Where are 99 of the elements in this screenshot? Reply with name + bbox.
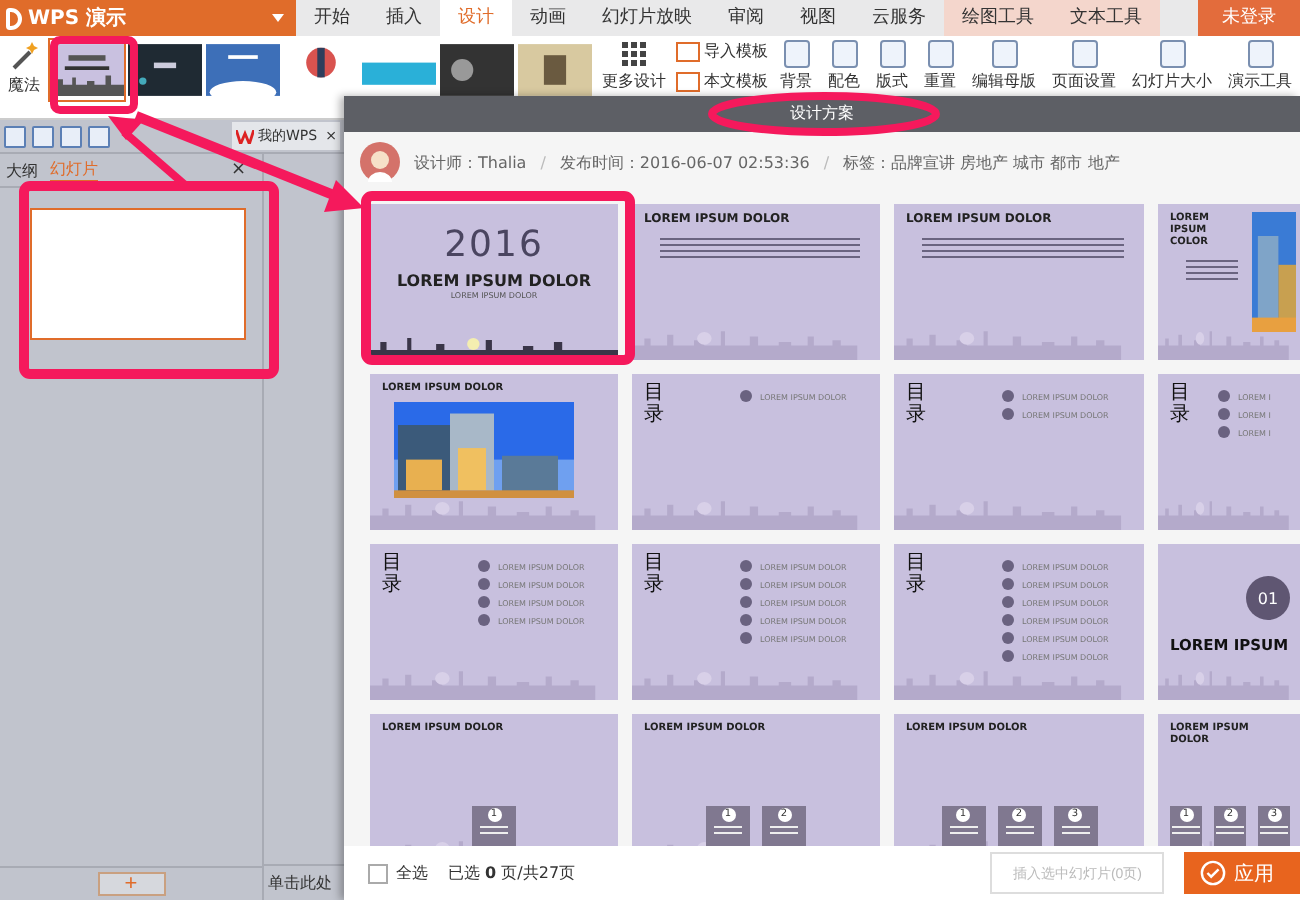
document-icon xyxy=(1071,40,1097,68)
ribbon-button[interactable]: 背景 xyxy=(776,40,816,92)
bullet-icon xyxy=(1002,578,1014,590)
avatar-icon xyxy=(360,142,400,182)
bullet-icon xyxy=(1002,632,1014,644)
menu-tab[interactable]: 云服务 xyxy=(854,0,944,36)
menu-tab[interactable]: 动画 xyxy=(512,0,584,36)
dialog-title: 设计方案 xyxy=(344,96,1300,132)
bullet-icon xyxy=(740,632,752,644)
paragraph-lines-drawing xyxy=(1186,260,1238,280)
button-label: 背景 xyxy=(780,70,812,92)
toc-heading: 目录 xyxy=(644,382,664,430)
bullet-icon xyxy=(1218,426,1230,438)
button-label: 编辑母版 xyxy=(972,70,1036,92)
magic-wand-icon xyxy=(8,40,40,72)
button-label: 导入模板 xyxy=(704,40,768,62)
document-icon xyxy=(1247,40,1273,68)
logo-icon xyxy=(236,129,254,143)
bullet-icon xyxy=(740,614,752,626)
document-icon xyxy=(927,40,953,68)
document-icon xyxy=(831,40,857,68)
bullet-icon xyxy=(1002,614,1014,626)
toolbar-icon[interactable] xyxy=(88,125,110,147)
bullet-icon xyxy=(478,614,490,626)
template-button[interactable]: 本文模板 xyxy=(676,70,768,92)
ribbon-button[interactable]: 版式 xyxy=(872,40,912,92)
menu-tab[interactable]: 开始 xyxy=(296,0,368,36)
ribbon-button[interactable]: 幻灯片大小 xyxy=(1128,40,1216,92)
bullet-icon xyxy=(1002,390,1014,402)
bullet-icon xyxy=(1002,596,1014,608)
caret-icon xyxy=(270,10,286,26)
menu-tab[interactable]: 视图 xyxy=(782,0,854,36)
highlight-box xyxy=(50,36,138,114)
button-label: 页面设置 xyxy=(1052,70,1116,92)
grid-icon xyxy=(620,40,648,68)
logo-icon xyxy=(6,7,22,29)
menu-tab[interactable]: 审阅 xyxy=(710,0,782,36)
button-label: 配色 xyxy=(828,70,860,92)
info-text: 标签：品牌宣讲 房地产 城市 都市 地产 xyxy=(843,151,1120,173)
app-title: WPS 演示 xyxy=(28,5,127,32)
menu-tab[interactable]: 文本工具 xyxy=(1052,0,1160,36)
info-text: 发布时间：2016-06-07 02:53:36 xyxy=(559,151,810,173)
template-thumbnail[interactable] xyxy=(206,40,280,100)
bullet-icon xyxy=(740,596,752,608)
ribbon-button[interactable]: 编辑母版 xyxy=(968,40,1040,92)
menu-tab[interactable]: 插入 xyxy=(368,0,440,36)
toc-heading: 目录 xyxy=(906,552,926,600)
select-all-checkbox[interactable]: 全选 xyxy=(368,862,428,884)
check-circle-icon xyxy=(1200,860,1226,886)
bullet-icon xyxy=(1218,390,1230,402)
bullet-icon xyxy=(478,578,490,590)
button-label: 幻灯片大小 xyxy=(1132,70,1212,92)
button-label: 本文模板 xyxy=(704,70,768,92)
document-icon xyxy=(1159,40,1185,68)
ribbon-button[interactable]: 演示工具 xyxy=(1224,40,1296,92)
template-button[interactable]: 导入模板 xyxy=(676,40,768,62)
template-thumbnail[interactable] xyxy=(518,40,592,100)
slide-title: LOREM IPSUM DOLOR xyxy=(394,272,594,290)
toolbar-icon[interactable] xyxy=(60,125,82,147)
bullet-icon xyxy=(1218,408,1230,420)
ribbon-button[interactable]: 页面设置 xyxy=(1048,40,1120,92)
info-text: 设计师：Thalia xyxy=(414,151,527,173)
slide-thumbnail[interactable] xyxy=(30,208,246,340)
document-icon xyxy=(991,40,1017,68)
toc-heading: 目录 xyxy=(644,552,664,600)
close-icon[interactable]: × xyxy=(230,160,246,180)
bullet-icon xyxy=(1002,650,1014,662)
panel-tab[interactable]: 大纲 xyxy=(6,159,38,181)
template-thumbnail[interactable] xyxy=(440,40,514,100)
menu-tab[interactable]: 幻灯片放映 xyxy=(584,0,710,36)
slide-year: 2016 xyxy=(442,224,546,266)
button-label: 演示工具 xyxy=(1228,70,1292,92)
selection-count: 已选 0 页/共27页 xyxy=(448,862,576,884)
bullet-icon xyxy=(478,560,490,572)
bullet-icon xyxy=(740,578,752,590)
toc-heading: 目录 xyxy=(906,382,926,430)
magic-button[interactable]: 魔法 xyxy=(6,40,42,96)
ribbon-button[interactable]: 重置 xyxy=(920,40,960,92)
menu-tab[interactable]: 绘图工具 xyxy=(944,0,1052,36)
toc-heading: 目录 xyxy=(382,552,402,600)
template-icon xyxy=(676,71,700,91)
template-icon xyxy=(676,41,700,61)
bullet-icon xyxy=(740,560,752,572)
button-label: 重置 xyxy=(924,70,956,92)
button-label: 版式 xyxy=(876,70,908,92)
bullet-icon xyxy=(1002,408,1014,420)
separator-text: / xyxy=(823,153,830,171)
bullet-icon xyxy=(1002,560,1014,572)
toolbar-icon[interactable] xyxy=(4,125,26,147)
toolbar-icon[interactable] xyxy=(32,125,54,147)
more-designs-button[interactable]: 更多设计 xyxy=(600,40,668,92)
document-icon xyxy=(879,40,905,68)
section-number: 01 xyxy=(1246,576,1290,620)
bullet-icon xyxy=(478,596,490,608)
bullet-icon xyxy=(740,390,752,402)
document-icon xyxy=(783,40,809,68)
separator-text: / xyxy=(540,153,546,171)
toc-heading: 目录 xyxy=(1170,382,1190,430)
ribbon-button[interactable]: 配色 xyxy=(824,40,864,92)
